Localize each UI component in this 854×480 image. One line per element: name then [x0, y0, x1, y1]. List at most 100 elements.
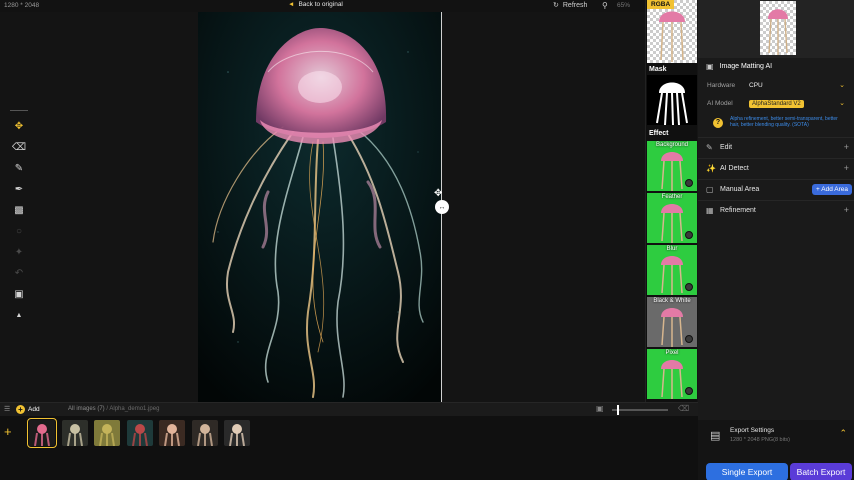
filmstrip-add-icon[interactable]: + [4, 424, 12, 439]
preview-area [698, 0, 854, 58]
matting-icon: ▣ [706, 62, 714, 71]
effect-black-white[interactable]: Black & White [647, 297, 697, 347]
filmstrip-toolbar: ☰ + Add All images (7) / Alpha_demo1.jpe… [0, 402, 698, 416]
effect-background[interactable]: Background [647, 141, 697, 191]
toolbar-divider [10, 110, 28, 114]
expand-export-icon[interactable]: ⌃ [839, 428, 847, 439]
trash-icon[interactable]: ⌫ [678, 404, 689, 413]
edit-icon: ✎ [706, 143, 713, 152]
image-dimensions: 1280 * 2048 [4, 2, 40, 9]
image-size-icon: ▣ [596, 404, 604, 413]
effect-toggle-icon[interactable] [685, 231, 693, 239]
zoom-level[interactable]: 65% [617, 2, 630, 9]
jellyfish-image[interactable] [198, 12, 442, 402]
plus-icon[interactable]: + [844, 163, 849, 173]
effect-label-text: Background [655, 142, 689, 148]
section-ai-detect[interactable]: ✨ AI Detect + [698, 158, 854, 178]
rgba-preview[interactable]: RGBA [647, 0, 697, 63]
back-to-original-button[interactable]: ◄ Back to original [288, 1, 343, 8]
effect-label-text: Blur [666, 246, 678, 252]
export-settings: ▤ Export Settings 1280 * 2048 PNG(8 bits… [698, 420, 854, 480]
ai-model-value: AlphaStandard V2 [749, 100, 804, 108]
chevron-down-icon: ⌄ [839, 100, 845, 107]
thumbnail-image [196, 424, 213, 446]
thumbnail-size-slider[interactable] [612, 409, 668, 411]
undo-tool-icon[interactable]: ↶ [10, 264, 28, 282]
effect-toggle-icon[interactable] [685, 179, 693, 187]
effect-toggle-icon[interactable] [685, 387, 693, 395]
filmstrip-thumbnail[interactable] [224, 420, 250, 446]
left-toolbar: ✥ ⌫ ✎ ✒ ▩ ○ ✦ ↶ ▣ ▲ [10, 110, 28, 330]
filmstrip-thumbnail[interactable] [191, 420, 218, 446]
back-icon: ◄ [288, 1, 295, 8]
bucket-tool-icon[interactable]: ▩ [10, 201, 28, 219]
jellyfish-illustration [198, 12, 442, 402]
canvas-area[interactable]: ✥ ↔ ✥ ⌫ ✎ ✒ ▩ ○ ✦ ↶ ▣ ▲ [0, 12, 645, 402]
effect-label-text: Pixel [665, 350, 679, 356]
section-edit-label: Edit [720, 144, 733, 151]
refresh-button[interactable]: ↻ Refresh [553, 1, 587, 10]
effect-pixel[interactable]: Pixel [647, 349, 697, 399]
brush-tool-icon[interactable]: ✎ [10, 159, 28, 177]
mask-label: Mask [649, 66, 667, 73]
batch-export-button[interactable]: Batch Export [790, 463, 852, 480]
add-area-button[interactable]: + Add Area [812, 184, 852, 195]
chevron-down-icon: ⌄ [839, 82, 845, 89]
plus-icon[interactable]: + [844, 205, 849, 215]
compare-split-handle[interactable]: ↔ [435, 200, 449, 214]
ai-model-select[interactable]: AlphaStandard V2 ⌄ [745, 98, 849, 110]
rgba-badge: RGBA [647, 0, 675, 9]
effect-toggle-icon[interactable] [685, 283, 693, 291]
single-export-button[interactable]: Single Export [706, 463, 788, 480]
section-edit[interactable]: ✎ Edit + [698, 137, 854, 157]
export-settings-title: Export Settings [730, 427, 775, 434]
preview-thumbnail[interactable] [760, 1, 796, 55]
magic-tool-icon[interactable]: ✦ [10, 243, 28, 261]
top-bar: 1280 * 2048 ◄ Back to original ↻ Refresh… [0, 0, 645, 12]
thumbnail-image [229, 424, 245, 446]
eraser-tool-icon[interactable]: ⌫ [10, 138, 28, 156]
effect-feather[interactable]: Feather [647, 193, 697, 243]
section-manual-area[interactable]: ▢ Manual Area + Add Area [698, 179, 854, 199]
split-arrows-icon: ↔ [438, 203, 446, 211]
fit-screen-icon[interactable]: ▣ [10, 285, 28, 303]
filmstrip-thumbnail[interactable] [159, 420, 185, 446]
image-matting-header: ▣ Image Matting AI [706, 62, 772, 71]
move-tool-icon[interactable]: ✥ [10, 117, 28, 135]
filmstrip-thumbnail[interactable] [94, 420, 120, 446]
refinement-icon: ▦ [706, 206, 714, 215]
effect-toggle-icon[interactable] [685, 335, 693, 343]
hardware-select[interactable]: CPU ⌄ [745, 80, 849, 92]
effect-blur[interactable]: Blur [647, 245, 697, 295]
refresh-icon: ↻ [553, 2, 559, 9]
current-image-path: All images (7) / Alpha_demo1.jpeg [68, 406, 159, 412]
menu-icon[interactable]: ☰ [4, 405, 10, 413]
ai-model-label: AI Model [707, 100, 733, 107]
all-images-link[interactable]: All images (7) [68, 406, 105, 412]
effect-label: Effect [649, 130, 669, 137]
export-settings-summary: 1280 * 2048 PNG(8 bits) [730, 437, 790, 443]
move-cursor-icon: ✥ [434, 188, 443, 199]
mask-jellyfish-thumb [656, 82, 688, 125]
filmstrip-thumbnail[interactable] [61, 420, 88, 446]
thumbnail-image [164, 424, 180, 446]
plus-icon[interactable]: + [844, 142, 849, 152]
add-icon[interactable]: + [16, 405, 25, 414]
effect-label-text: Black & White [653, 298, 691, 304]
filmstrip-thumbnail[interactable] [126, 420, 153, 446]
manual-area-icon: ▢ [706, 185, 714, 194]
lasso-tool-icon[interactable]: ○ [10, 222, 28, 240]
back-to-original-label: Back to original [298, 1, 343, 8]
ai-detect-icon: ✨ [706, 164, 716, 173]
section-refinement[interactable]: ▦ Refinement + [698, 200, 854, 220]
filmstrip-thumbnail[interactable] [27, 418, 57, 448]
search-icon[interactable]: ⚲ [602, 1, 608, 10]
add-images-button[interactable]: Add [28, 406, 40, 413]
mask-preview[interactable] [647, 75, 697, 125]
thumbnail-size-slider-handle[interactable] [617, 405, 619, 415]
section-ai-detect-label: AI Detect [720, 165, 749, 172]
collapse-icon[interactable]: ▲ [10, 306, 28, 324]
smart-brush-tool-icon[interactable]: ✒ [10, 180, 28, 198]
rgba-jellyfish-thumb [659, 11, 685, 62]
image-matting-title: Image Matting AI [719, 63, 773, 70]
